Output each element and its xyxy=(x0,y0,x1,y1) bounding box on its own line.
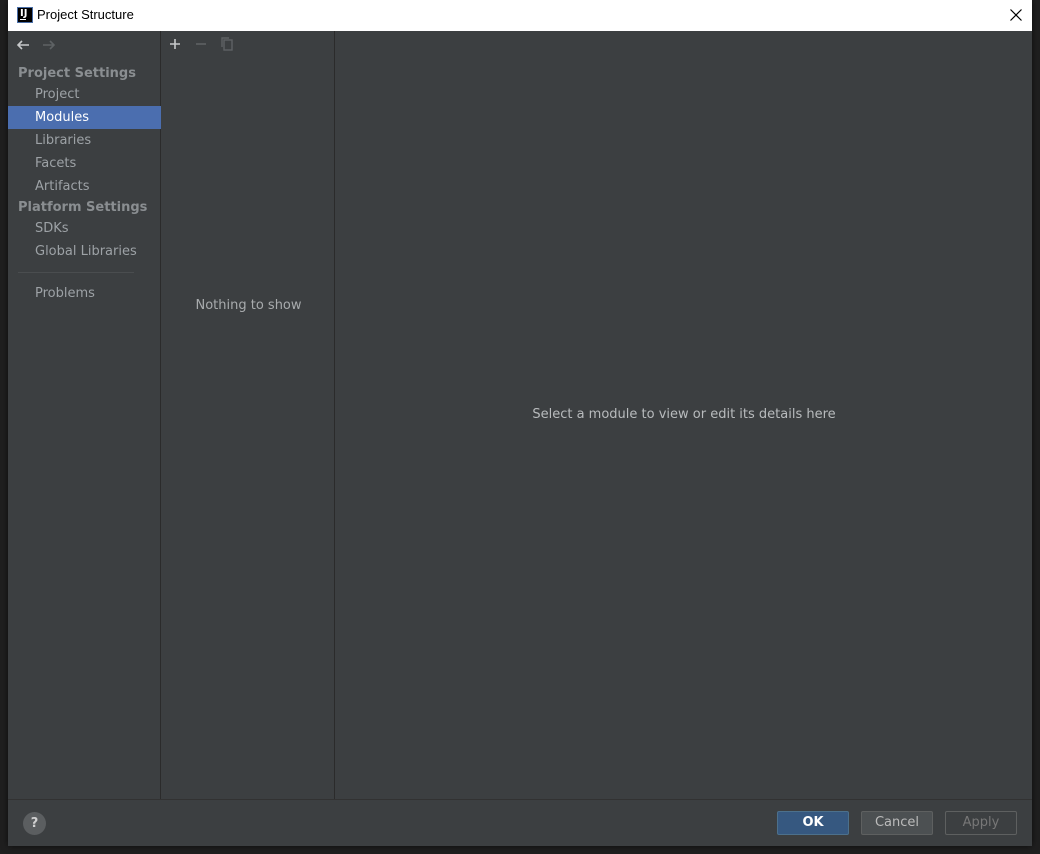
platform-settings-header: Platform Settings xyxy=(18,200,148,215)
details-placeholder: Select a module to view or edit its deta… xyxy=(532,407,836,422)
settings-sidebar: Project Settings Project Modules Librari… xyxy=(8,31,161,799)
ok-button[interactable]: OK xyxy=(777,811,849,835)
window-title: Project Structure xyxy=(37,7,134,22)
help-button[interactable]: ? xyxy=(23,812,46,835)
close-icon xyxy=(1010,9,1022,21)
intellij-logo-icon: IJ xyxy=(17,7,33,23)
remove-icon xyxy=(196,43,206,45)
sidebar-divider xyxy=(18,272,134,273)
empty-list-text: Nothing to show xyxy=(195,298,302,313)
sidebar-item-libraries[interactable]: Libraries xyxy=(8,129,161,152)
dialog-footer: ? OK Cancel Apply xyxy=(8,799,1032,846)
sidebar-item-artifacts[interactable]: Artifacts xyxy=(8,175,161,198)
copy-button[interactable] xyxy=(218,35,236,53)
sidebar-item-facets[interactable]: Facets xyxy=(8,152,161,175)
add-icon xyxy=(170,39,180,49)
add-button[interactable] xyxy=(166,35,184,53)
sidebar-item-project[interactable]: Project xyxy=(8,83,161,106)
module-list-pane: Nothing to show xyxy=(162,31,335,799)
back-button[interactable] xyxy=(15,37,31,53)
sidebar-item-global-libraries[interactable]: Global Libraries xyxy=(8,240,161,263)
project-settings-header: Project Settings xyxy=(18,66,136,81)
project-structure-dialog: IJ Project Structure Project Settings Pr… xyxy=(8,0,1032,846)
apply-button[interactable]: Apply xyxy=(945,811,1017,835)
details-pane: Select a module to view or edit its deta… xyxy=(336,31,1032,799)
sidebar-item-modules[interactable]: Modules xyxy=(8,106,161,129)
cancel-button[interactable]: Cancel xyxy=(861,811,933,835)
remove-button[interactable] xyxy=(192,35,210,53)
arrow-left-icon xyxy=(16,40,29,50)
sidebar-item-sdks[interactable]: SDKs xyxy=(8,217,161,240)
title-bar: IJ Project Structure xyxy=(8,0,1032,31)
forward-button[interactable] xyxy=(41,37,57,53)
arrow-right-icon xyxy=(43,40,56,50)
copy-icon xyxy=(221,37,233,51)
close-button[interactable] xyxy=(1000,0,1032,31)
sidebar-item-problems[interactable]: Problems xyxy=(8,282,161,305)
